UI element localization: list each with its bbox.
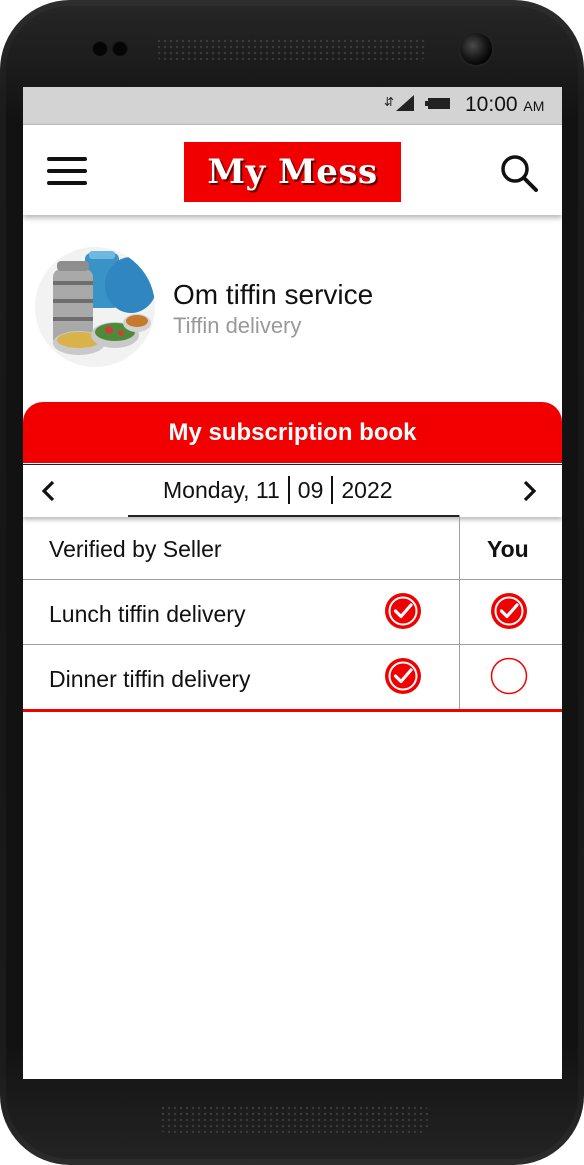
- subscription-title: My subscription book: [168, 418, 417, 446]
- logo-text: My Mess: [207, 152, 378, 192]
- column-divider: [459, 515, 460, 579]
- column-divider: [459, 580, 460, 644]
- app-bar: My Mess: [23, 125, 562, 215]
- clock-time: 10:00: [465, 93, 518, 116]
- row-label: Dinner tiffin delivery: [49, 666, 251, 692]
- front-camera: [460, 33, 492, 65]
- data-transfer-icon: ⇵: [384, 95, 395, 109]
- bottom-speaker: [160, 1105, 428, 1133]
- earpiece-speaker: [156, 38, 426, 60]
- clock-ampm: AM: [523, 98, 545, 114]
- chevron-right-icon[interactable]: [517, 479, 541, 503]
- date-day: 11: [255, 477, 280, 503]
- battery-icon: [425, 98, 450, 109]
- phone-frame: ⇵ 10:00 AM My Mess Om tiffin service Tif…: [0, 0, 584, 1165]
- selected-date[interactable]: Monday, 11 09 2022: [163, 476, 393, 504]
- row-label: Lunch tiffin delivery: [49, 601, 246, 627]
- date-separator: [331, 476, 334, 504]
- app-logo: My Mess: [184, 142, 401, 202]
- seller-verified-check-icon[interactable]: [384, 592, 422, 630]
- date-separator: [287, 476, 290, 504]
- app-screen: ⇵ 10:00 AM My Mess Om tiffin service Tif…: [23, 87, 562, 1079]
- date-month: 09: [297, 477, 324, 503]
- date-year: 2022: [341, 477, 393, 503]
- status-bar: ⇵ 10:00 AM: [23, 87, 562, 125]
- hamburger-menu-icon[interactable]: [47, 157, 89, 187]
- date-navigator: Monday, 11 09 2022: [23, 464, 562, 517]
- provider-avatar: [35, 247, 155, 367]
- signal-icon: [396, 95, 414, 111]
- seller-verified-check-icon[interactable]: [384, 657, 422, 695]
- chevron-left-icon[interactable]: [37, 479, 61, 503]
- table-row: Lunch tiffin delivery: [23, 580, 562, 645]
- column-header-you: You: [487, 536, 529, 562]
- status-time: 10:00 AM: [465, 93, 544, 117]
- subscription-header: My subscription book: [23, 402, 562, 463]
- provider-name: Om tiffin service: [173, 279, 374, 310]
- subscription-table: Verified by Seller You Lunch tiffin deli…: [23, 515, 562, 712]
- column-divider: [459, 645, 460, 709]
- you-unchecked-circle-icon[interactable]: [490, 657, 528, 695]
- provider-subtitle: Tiffin delivery: [173, 313, 302, 338]
- tiffin-avatar-image: [35, 247, 155, 367]
- you-confirmed-check-icon[interactable]: [490, 592, 528, 630]
- table-row: Dinner tiffin delivery: [23, 645, 562, 712]
- search-icon[interactable]: [499, 153, 539, 193]
- table-header-row: Verified by Seller You: [23, 515, 562, 580]
- sensor-dots: [92, 40, 132, 56]
- date-day-name: Monday,: [163, 477, 250, 503]
- column-header-seller: Verified by Seller: [49, 536, 222, 562]
